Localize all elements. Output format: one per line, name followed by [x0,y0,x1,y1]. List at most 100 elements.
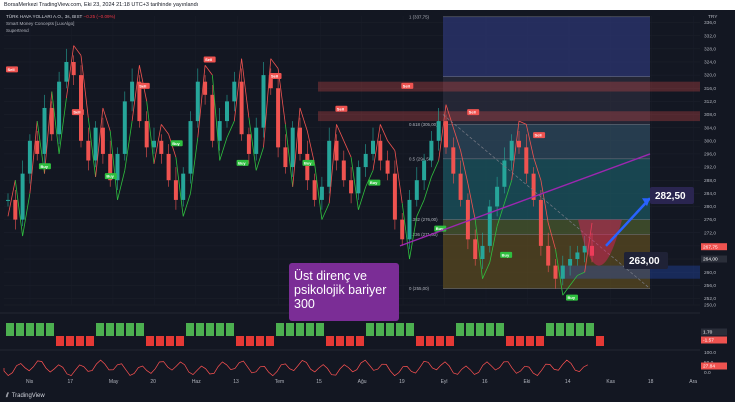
candle-body [79,75,83,141]
momentum-bar [296,323,304,336]
y-tick-label: 324,0 [704,60,716,66]
signal-label: Sell [535,133,542,138]
signal-label: Sell [337,106,344,111]
candle-body [458,173,463,200]
fib-band [443,124,650,159]
candle-body [210,94,215,141]
momentum-bar [436,336,444,346]
publish-header: BorsaMerkezi TradingView.com, Eki 23, 20… [0,0,735,10]
candle-body [283,147,288,168]
y-tick-label: 272,0 [704,230,716,236]
x-tick-label: 15 [316,379,322,385]
fib-label: 0 (255,00) [409,286,430,291]
candle-body [42,107,47,154]
momentum-bar [426,336,434,346]
signal-label: Buy [502,252,510,257]
momentum-bar [26,323,34,336]
x-tick-label: 14 [565,379,571,385]
candle-body [100,127,105,154]
candle-body [341,160,346,181]
candle-body [181,173,186,200]
support-tag[interactable]: 263,00 [624,252,668,269]
signal-label: Sell [469,110,476,115]
candle-body [188,121,193,174]
x-tick-label: May [109,379,119,385]
x-tick-label: Haz [192,379,201,385]
signal-label: Buy [40,164,48,169]
momentum-bar [366,323,374,336]
candle-body [407,199,412,240]
y-tick-label: 284,0 [704,191,716,197]
momentum-bar [206,323,214,336]
candle-body [276,88,281,148]
candle-body [166,153,171,181]
candle-body [400,219,405,240]
target-tag[interactable]: 282,50 [650,187,694,204]
signal-label: Buy [304,161,312,166]
y-tick-label: 336,0 [704,20,716,26]
candle-body [305,153,310,181]
x-tick-label: Nis [26,379,34,385]
momentum-bar [56,336,64,346]
candle-body [517,140,521,148]
legend-ticker: TÜRK HAVA YOLLARI A.O., 3s, BIST [6,14,83,19]
candle-body [436,121,441,141]
momentum-bar [556,323,564,336]
annotation-box[interactable]: Üst direnç ve psikolojik bariyer 300 [289,263,399,321]
momentum-bar [106,323,114,336]
momentum-bar [226,323,234,336]
momentum-bar [386,323,394,336]
x-tick-label: 16 [482,379,488,385]
annotation-line-1: Üst direnç ve [294,269,367,283]
price-chart[interactable]: 1 (337,75)0.618 (305,00)0.5 (294,50)0.38… [0,10,735,390]
candle-body [13,199,18,220]
price-label: 1.70 [703,330,713,336]
candle-body [6,199,10,201]
fib-band [443,158,650,220]
y-tick-label: 304,0 [704,125,716,131]
candle-body [575,252,580,260]
x-tick-label: Ara [689,379,697,385]
signal-label: Sell [73,110,80,115]
supply-zone [318,81,700,92]
momentum-bar [276,323,284,336]
momentum-bar [376,323,384,336]
momentum-bar [516,336,524,346]
x-tick-label: Tem [275,379,284,385]
signal-label: Buy [172,141,180,146]
momentum-bar [316,323,324,336]
y-tick-label: 312,0 [704,99,716,105]
legend-indicator-smc[interactable]: Smart Money Concepts [LuxAlgo] [6,20,115,27]
momentum-bar [16,323,24,336]
price-label: 27.84 [703,364,715,370]
footer-brand[interactable]: TradingView [12,393,45,399]
y-tick-label: 252,0 [704,296,716,302]
momentum-bar [166,336,174,346]
candle-body [232,81,237,102]
y-tick-label: 332,0 [704,33,716,39]
momentum-bar [356,336,364,346]
candle-body [298,127,302,154]
candle-body [173,180,178,200]
candle-body [159,140,164,154]
momentum-bar [36,323,44,336]
x-tick-label: 18 [648,379,654,385]
candle-body [203,81,208,95]
legend-indicator-supertrend[interactable]: Supertrend [6,27,115,34]
momentum-bar [406,323,414,336]
momentum-bar [66,336,74,346]
momentum-bar [256,336,264,346]
tradingview-logo-icon: ⫽ [6,392,9,399]
y-tick-label: 256,0 [704,283,716,289]
signal-label: Sell [271,74,278,79]
momentum-bar [286,323,294,336]
candle-body [480,245,485,260]
momentum-bar [586,323,594,336]
y-tick-label: 260,0 [704,270,716,276]
candle-body [290,127,295,168]
fib-label: 1 (337,75) [409,14,430,19]
candle-body [225,101,229,122]
candle-body [195,81,200,122]
momentum-bar [96,323,104,336]
momentum-bar [196,323,204,336]
